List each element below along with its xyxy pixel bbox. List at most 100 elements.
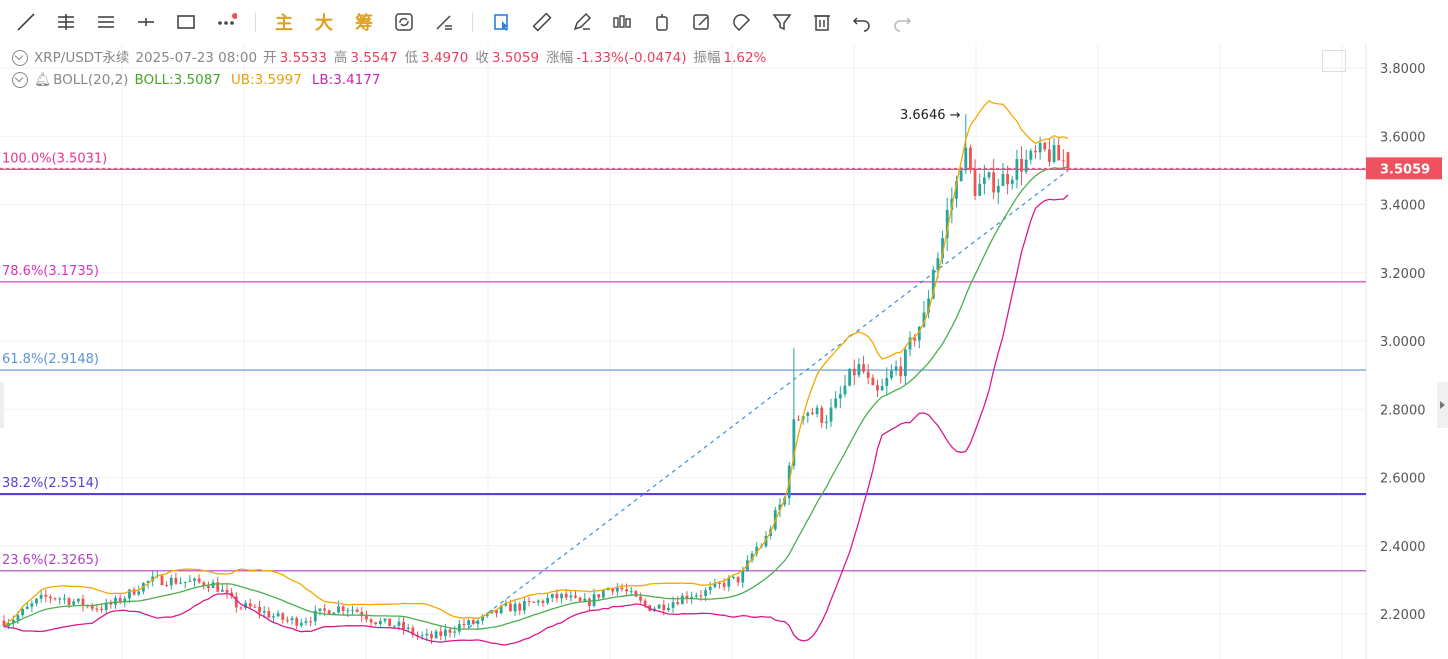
select-icon[interactable] (488, 8, 516, 36)
candle-body (462, 624, 466, 626)
bell-icon[interactable]: 🔔︎ (34, 69, 51, 91)
candle-body (420, 635, 424, 637)
boll-upper-value: UB:3.5997 (230, 72, 302, 88)
candle-body (509, 603, 512, 612)
candle-body (207, 586, 210, 588)
candle-body (183, 581, 187, 583)
refresh-icon[interactable] (390, 8, 418, 36)
channel-icon[interactable] (92, 8, 120, 36)
undo-icon[interactable] (848, 8, 876, 36)
candle-body (629, 591, 633, 593)
y-tick-label-6: 2.6000 (1380, 472, 1426, 487)
candle-body (982, 177, 986, 184)
template-icon[interactable] (648, 8, 676, 36)
candle-body (546, 597, 550, 604)
ohlc-info-panel: XRP/USDT永续 2025-07-23 08:00 开 3.5533 高 3.5… (12, 47, 773, 91)
candle-body (211, 582, 215, 588)
candle-body (708, 586, 712, 591)
candle-body (355, 609, 359, 612)
candle-body (225, 589, 229, 593)
candle-body (272, 616, 275, 618)
candle-body (476, 620, 480, 624)
y-tick-label-4: 3.0000 (1380, 335, 1426, 350)
collapse-side-panel-button[interactable] (1437, 382, 1448, 428)
candle-body (811, 412, 814, 415)
candle-body (843, 385, 847, 395)
pencil-icon[interactable] (568, 8, 596, 36)
candle-body (1034, 150, 1037, 153)
candle-body (174, 577, 178, 584)
magnet-icon[interactable] (728, 8, 756, 36)
collapse-indicator-icon[interactable] (12, 72, 28, 88)
horizontal-line-icon[interactable] (132, 8, 160, 36)
candle-body (824, 421, 828, 423)
collapse-icon[interactable] (12, 50, 28, 66)
high-label: 高 (333, 50, 348, 66)
candle-body (815, 407, 819, 415)
candle-body (550, 593, 554, 598)
candle-body (894, 366, 898, 371)
candles-icon[interactable] (608, 8, 636, 36)
price-chart[interactable]: 100.0%(3.5031) 78.6%(3.1735) 61.8%(2.9148)… (0, 0, 1448, 659)
candle-body (1001, 174, 1005, 186)
candle-body (574, 595, 577, 598)
edit-note-icon[interactable] (688, 8, 716, 36)
candle-body (439, 631, 443, 637)
close-value: 3.5059 (491, 50, 540, 66)
y-tick-label-2: 3.4000 (1380, 199, 1426, 214)
candle-body (862, 364, 865, 372)
candle-body (1020, 159, 1023, 172)
drawing-toolbar: 主 大 筹 (0, 0, 1448, 44)
candle-body (72, 601, 76, 605)
candle-body (987, 172, 991, 178)
candle-body (188, 580, 192, 582)
candle-body (662, 604, 666, 611)
rectangle-icon[interactable] (172, 8, 200, 36)
candle-body (536, 600, 540, 603)
candle-body (639, 596, 642, 601)
change-label: 涨幅 (546, 50, 574, 66)
candle-body (876, 385, 879, 391)
candle-body (857, 364, 861, 376)
candle-body (383, 618, 387, 621)
candle-body (848, 368, 852, 386)
candle-body (304, 621, 308, 623)
candle-body (378, 620, 382, 625)
boll-lower-value: LB:3.4177 (311, 72, 381, 88)
candle-body (318, 608, 322, 611)
chip-distribution-button[interactable]: 筹 (350, 8, 378, 36)
transform-icon[interactable] (430, 8, 458, 36)
candle-body (220, 589, 224, 592)
candle-body (1057, 145, 1061, 161)
candle-body (992, 172, 996, 193)
candle-body (67, 598, 71, 605)
trend-line-icon[interactable] (12, 8, 40, 36)
candle-body (448, 629, 452, 633)
ruler-icon[interactable] (528, 8, 556, 36)
candle-body (95, 608, 99, 610)
fib-label-1: 78.6%(3.1735) (2, 264, 99, 279)
trash-icon[interactable] (808, 8, 836, 36)
candle-body (453, 631, 457, 633)
more-icon[interactable] (212, 8, 240, 36)
candle-body (295, 618, 299, 626)
candle-body (732, 576, 735, 578)
candle-body (165, 585, 169, 587)
candle-body (253, 606, 257, 608)
filter-icon[interactable] (768, 8, 796, 36)
high-value: 3.5547 (350, 50, 398, 66)
candle-body (1048, 149, 1051, 162)
large-order-button[interactable]: 大 (310, 8, 338, 36)
redo-icon[interactable] (888, 8, 916, 36)
main-indicator-button[interactable]: 主 (270, 8, 298, 36)
candle-body (267, 611, 271, 618)
parallel-lines-icon[interactable] (52, 8, 80, 36)
candle-body (866, 371, 870, 378)
candle-body (532, 601, 536, 603)
candle-body (973, 169, 977, 196)
fib-label-4: 23.6%(2.3265) (2, 553, 99, 568)
candle-body (323, 608, 326, 611)
candle-body (341, 606, 345, 612)
fullscreen-icon[interactable] (1322, 50, 1346, 72)
amplitude-label: 振幅 (693, 50, 721, 66)
